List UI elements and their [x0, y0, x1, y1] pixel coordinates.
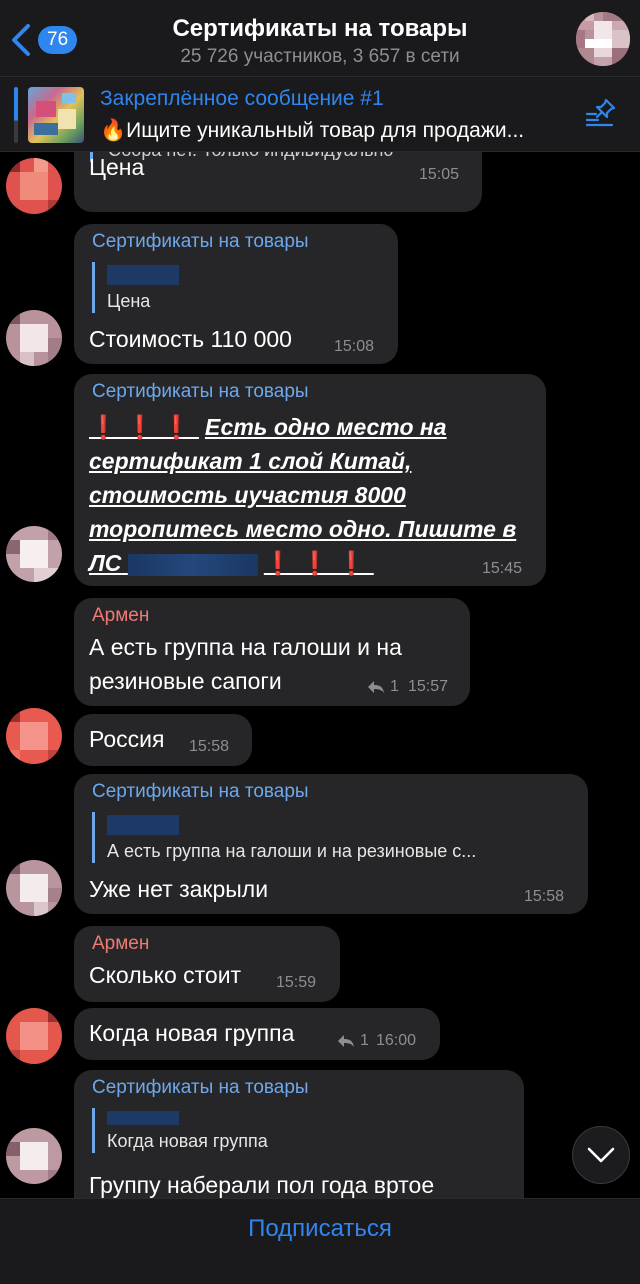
- reply-text: Цена: [107, 291, 151, 311]
- reply-arrow-icon: [368, 681, 384, 693]
- message-text: ❗❗❗ Есть одно место на сертификат 1 слой …: [89, 410, 539, 580]
- message-text: Стоимость 110 000: [89, 326, 292, 352]
- chat-header: 76 Сертификаты на товары 25 726 участник…: [0, 0, 640, 76]
- avatar[interactable]: [6, 708, 62, 764]
- reply-quote[interactable]: Когда новая группа: [92, 1108, 268, 1153]
- reply-text: Когда новая группа: [107, 1131, 268, 1151]
- sender-name: Армен: [92, 605, 150, 626]
- text-line: А есть группа на галоши и на: [89, 634, 402, 660]
- message-bubble[interactable]: Сертификаты на товары Цена Стоимость 110…: [74, 224, 398, 364]
- message-time: 15:59: [276, 974, 317, 991]
- pinned-message-bar[interactable]: Закреплённое сообщение #1 🔥Ищите уникаль…: [0, 76, 640, 152]
- message-time: 16:00: [376, 1032, 417, 1049]
- text-line: резиновые сапоги: [89, 668, 282, 694]
- text-line: Есть одно место на: [204, 414, 447, 440]
- message-time: 15:58: [524, 888, 565, 905]
- sender-name: Сертификаты на товары: [92, 231, 309, 252]
- message-time: 15:45: [482, 560, 523, 577]
- chat-title: Сертификаты на товары: [172, 15, 468, 42]
- message-bubble[interactable]: Сертификаты на товары А есть группа на г…: [74, 774, 588, 914]
- sender-name: Армен: [92, 933, 150, 954]
- sender-name: Сертификаты на товары: [92, 781, 309, 802]
- pin-list-icon[interactable]: [584, 98, 618, 128]
- back-button[interactable]: 76: [8, 22, 78, 58]
- scroll-down-button[interactable]: [572, 1126, 630, 1184]
- avatar[interactable]: [6, 526, 62, 582]
- message-text: Цена: [89, 154, 145, 180]
- message-time: 15:58: [189, 738, 230, 755]
- reply-author-redacted: [107, 815, 179, 835]
- message-bubble[interactable]: Россия 15:58: [74, 714, 252, 766]
- text-line: стоимость иучастия 8000: [89, 482, 406, 508]
- reply-author-redacted: [107, 1111, 179, 1125]
- message-text: Россия: [89, 726, 165, 752]
- message-text: Когда новая группа: [89, 1020, 295, 1046]
- avatar[interactable]: [6, 1008, 62, 1064]
- message-list[interactable]: Сбора нет. Только индивидуально Цена 15:…: [0, 152, 640, 1198]
- message-bubble[interactable]: Когда новая группа 1 16:00: [74, 1008, 440, 1060]
- exclamation-emoji: ❗❗❗: [89, 414, 199, 440]
- reply-author-redacted: [107, 265, 179, 285]
- reply-arrow-icon: [338, 1035, 354, 1047]
- chevron-down-icon: [587, 1147, 615, 1163]
- chat-subtitle: 25 726 участников, 3 657 в сети: [180, 46, 460, 67]
- message-text: А есть группа на галоши и на резиновые с…: [89, 630, 402, 698]
- exclamation-emoji: ❗❗❗: [263, 550, 374, 576]
- message-bubble[interactable]: Армен Сколько стоит 15:59: [74, 926, 340, 1002]
- message-time: 15:05: [419, 166, 460, 183]
- unread-count-badge: 76: [38, 26, 78, 54]
- avatar[interactable]: [6, 860, 62, 916]
- avatar[interactable]: [6, 310, 62, 366]
- bottom-bar: Подписаться: [0, 1198, 640, 1284]
- chat-title-area[interactable]: Сертификаты на товары 25 726 участников,…: [110, 14, 530, 69]
- text-line: сертификат 1 слой Китай,: [89, 448, 412, 474]
- redacted-username: [127, 553, 258, 576]
- sender-name: Сертификаты на товары: [92, 381, 309, 402]
- pinned-indicator: [14, 87, 18, 143]
- reply-count[interactable]: 1: [366, 678, 399, 696]
- reply-quote[interactable]: Цена: [92, 262, 179, 313]
- message-bubble[interactable]: Сертификаты на товары ❗❗❗ Есть одно место…: [74, 374, 546, 586]
- subscribe-button[interactable]: Подписаться: [0, 1215, 640, 1243]
- message-time: 15:57: [408, 678, 449, 695]
- text-line: ЛС: [89, 550, 122, 576]
- message-text: Сколько стоит: [89, 962, 242, 988]
- reply-text: А есть группа на галоши и на резиновые с…: [107, 841, 477, 861]
- reply-count-number: 1: [390, 678, 399, 695]
- pinned-thumbnail: [28, 87, 84, 143]
- message-bubble[interactable]: Сбора нет. Только индивидуально Цена 15:…: [74, 152, 482, 212]
- reply-count-number: 1: [360, 1032, 369, 1049]
- text-line: торопитесь место одно. Пишите в: [89, 516, 517, 542]
- pinned-title: Закреплённое сообщение #1: [100, 87, 384, 110]
- partial-reply-text: Сбора нет. Только индивидуально: [108, 152, 393, 161]
- message-bubble[interactable]: Сертификаты на товары Когда новая группа…: [74, 1070, 524, 1198]
- sender-name: Сертификаты на товары: [92, 1077, 309, 1098]
- message-text: Уже нет закрыли: [89, 876, 269, 902]
- avatar[interactable]: [6, 158, 62, 214]
- message-bubble[interactable]: Армен А есть группа на галоши и на резин…: [74, 598, 470, 706]
- message-time: 15:08: [334, 338, 375, 355]
- avatar[interactable]: [6, 1128, 62, 1184]
- chat-avatar[interactable]: [576, 12, 630, 66]
- message-text: Группу наберали пол года вртое: [89, 1172, 435, 1198]
- reply-count[interactable]: 1: [336, 1032, 369, 1050]
- reply-quote[interactable]: А есть группа на галоши и на резиновые с…: [92, 812, 476, 863]
- pinned-text: 🔥Ищите уникальный товар для продажи...: [100, 119, 525, 142]
- chevron-left-icon: [12, 24, 30, 56]
